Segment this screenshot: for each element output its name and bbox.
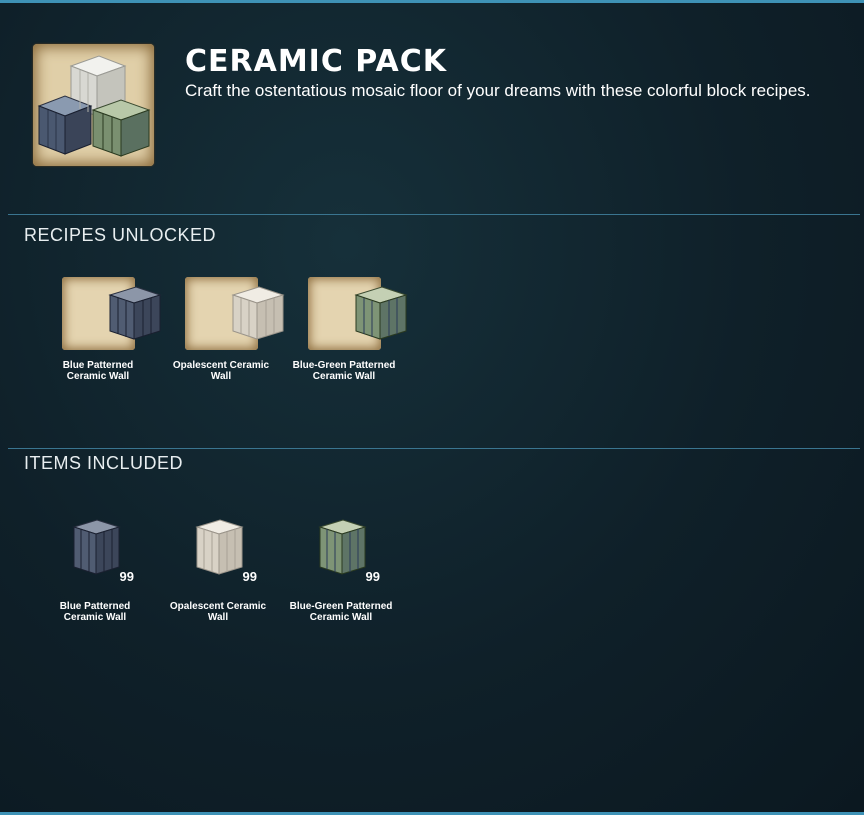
recipes-unlocked-heading: RECIPES UNLOCKED — [24, 225, 217, 245]
recipe-label: Blue-Green Patterned Ceramic Wall — [292, 360, 396, 382]
item-quantity: 99 — [242, 569, 257, 584]
blue-green-patterned-ceramic-wall-icon — [305, 517, 378, 577]
divider — [8, 214, 860, 215]
opalescent-ceramic-wall-icon — [182, 517, 255, 577]
item-label: Blue-Green Patterned Ceramic Wall — [289, 601, 393, 623]
recipe-label: Blue Patterned Ceramic Wall — [62, 360, 134, 382]
items-included-heading: ITEMS INCLUDED — [24, 453, 184, 473]
item-card-blue-green-patterned[interactable]: 99 Blue-Green Patterned Ceramic Wall — [286, 517, 396, 623]
recipe-card-opalescent[interactable]: Opalescent Ceramic Wall — [166, 277, 285, 382]
item-card-opalescent[interactable]: 99 Opalescent Ceramic Wall — [163, 517, 273, 623]
divider — [8, 448, 860, 449]
top-border — [0, 0, 864, 3]
item-quantity: 99 — [365, 569, 380, 584]
item-card-blue-patterned[interactable]: 99 Blue Patterned Ceramic Wall — [40, 517, 150, 623]
opalescent-ceramic-wall-icon — [184, 277, 285, 350]
pack-description: Craft the ostentatious mosaic floor of y… — [185, 81, 811, 100]
item-label: Blue Patterned Ceramic Wall — [59, 601, 131, 623]
recipe-card-blue-green-patterned[interactable]: Blue-Green Patterned Ceramic Wall — [289, 277, 408, 382]
recipe-label: Opalescent Ceramic Wall — [172, 360, 270, 382]
pack-title: CERAMIC PACK — [185, 44, 448, 79]
blue-patterned-ceramic-wall-icon — [61, 277, 162, 350]
blue-green-patterned-ceramic-wall-icon — [307, 277, 408, 350]
blue-patterned-ceramic-wall-icon — [59, 517, 132, 577]
item-quantity: 99 — [119, 569, 134, 584]
recipe-card-blue-patterned[interactable]: Blue Patterned Ceramic Wall — [43, 277, 162, 382]
item-label: Opalescent Ceramic Wall — [169, 601, 267, 623]
ceramic-blocks-icon — [33, 44, 154, 166]
